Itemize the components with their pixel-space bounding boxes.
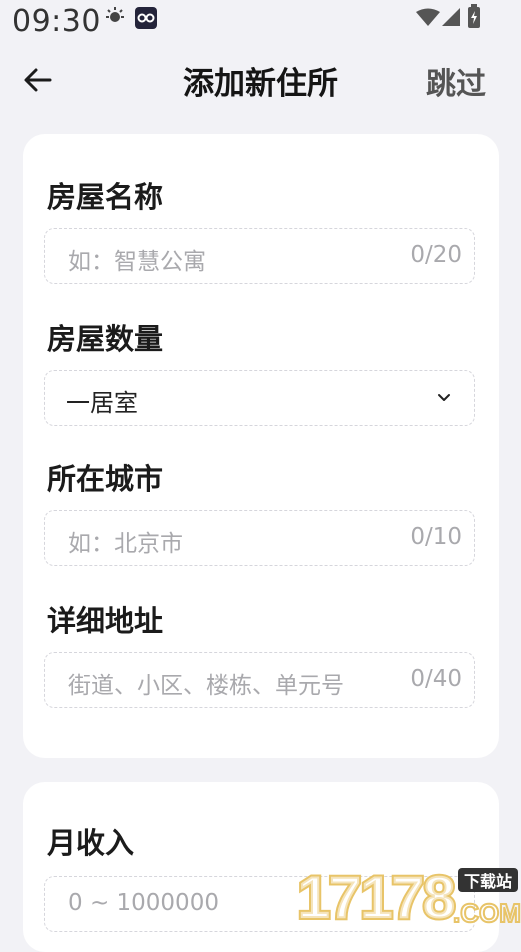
watermark-number-fill: 17178 [297, 864, 454, 926]
city-input[interactable]: 如：北京市 0/10 [44, 510, 475, 566]
lightbulb-icon [106, 7, 124, 22]
income-placeholder: 0 ~ 1000000 [68, 890, 219, 916]
house-count-select[interactable]: 一居室 [44, 370, 475, 426]
address-counter: 0/40 [410, 666, 462, 692]
watermark-domain: .COM [453, 898, 521, 926]
address-input[interactable]: 街道、小区、楼栋、单元号 0/40 [44, 652, 475, 708]
house-name-placeholder: 如：智慧公寓 [68, 249, 206, 275]
chevron-down-icon [438, 394, 450, 401]
house-info-card: 房屋名称 如：智慧公寓 0/20 房屋数量 一居室 所在城市 如：北京市 0/1… [23, 134, 499, 758]
app-notification-icon [135, 7, 157, 29]
wifi-icon [416, 8, 440, 26]
city-label: 所在城市 [47, 462, 164, 496]
skip-button[interactable]: 跳过 [426, 59, 486, 103]
address-label: 详细地址 [47, 604, 164, 638]
signal-icon [442, 8, 460, 26]
address-placeholder: 街道、小区、楼栋、单元号 [68, 673, 344, 699]
house-count-value: 一居室 [66, 389, 138, 417]
house-name-counter: 0/20 [410, 242, 462, 268]
site-watermark-logo: 17178 17178 下载站 .COM [295, 862, 521, 926]
status-time: 09:30 [12, 4, 101, 39]
watermark-badge: 下载站 [464, 872, 512, 891]
nav-bar: 添加新住所 跳过 [0, 50, 521, 110]
house-name-label: 房屋名称 [47, 180, 164, 214]
battery-icon [468, 4, 480, 28]
city-counter: 0/10 [410, 524, 462, 550]
house-count-label: 房屋数量 [47, 322, 164, 356]
city-placeholder: 如：北京市 [68, 531, 183, 557]
income-label: 月收入 [47, 826, 135, 860]
house-name-input[interactable]: 如：智慧公寓 0/20 [44, 228, 475, 284]
status-bar: 09:30 [0, 0, 521, 44]
